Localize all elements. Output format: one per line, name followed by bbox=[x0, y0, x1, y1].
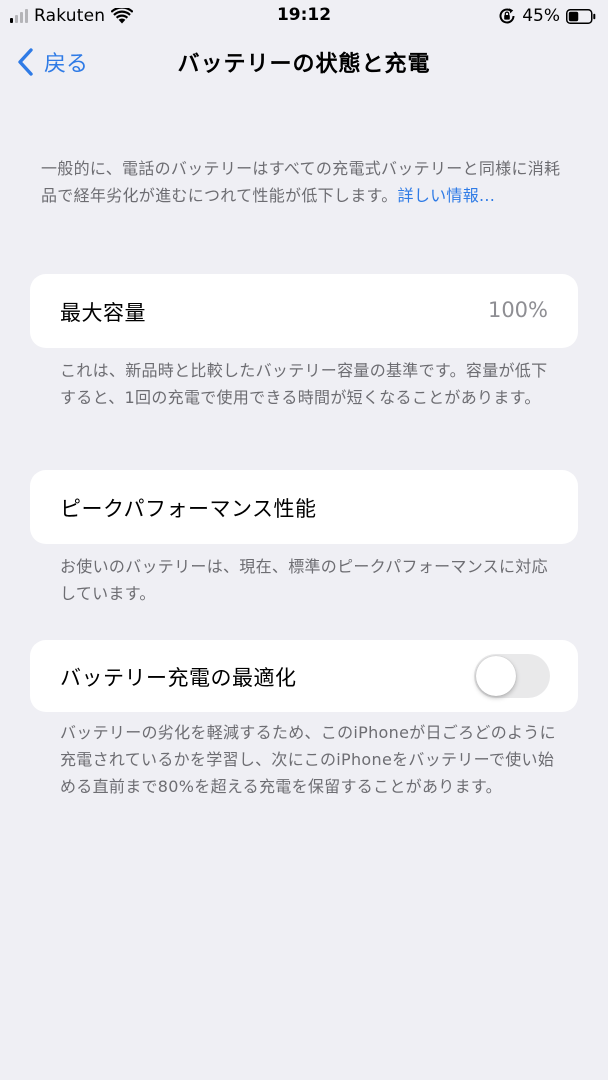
back-button[interactable]: 戻る bbox=[16, 44, 88, 80]
optimized-charging-toggle[interactable] bbox=[474, 654, 550, 698]
toggle-knob bbox=[476, 656, 516, 696]
optimized-charging-label: バッテリー充電の最適化 bbox=[60, 666, 297, 690]
battery-icon bbox=[566, 8, 596, 24]
status-bar: Rakuten 19:12 45% bbox=[0, 0, 608, 32]
max-capacity-label: 最大容量 bbox=[60, 301, 146, 325]
rotation-lock-icon bbox=[499, 8, 515, 24]
page-title: バッテリーの状態と充電 bbox=[177, 52, 431, 77]
max-capacity-footnote: これは、新品時と比較したバッテリー容量の基準です。容量が低下すると、1回の充電で… bbox=[60, 361, 548, 407]
peak-performance-row: ピークパフォーマンス性能 bbox=[30, 470, 578, 544]
peak-performance-footnote: お使いのバッテリーは、現在、標準のピークパフォーマンスに対応しています。 bbox=[60, 557, 548, 603]
intro-description: 一般的に、電話のバッテリーはすべての充電式バッテリーと同様に消耗品で経年劣化が進… bbox=[41, 155, 571, 209]
back-label: 戻る bbox=[44, 52, 89, 77]
optimized-charging-row: バッテリー充電の最適化 bbox=[30, 640, 578, 712]
peak-performance-label: ピークパフォーマンス性能 bbox=[60, 497, 317, 521]
optimized-charging-footnote: バッテリーの劣化を軽減するため、このiPhoneが日ごろどのように充電されている… bbox=[60, 723, 556, 796]
learn-more-link[interactable]: 詳しい情報... bbox=[398, 186, 496, 205]
max-capacity-row: 最大容量 100% bbox=[30, 274, 578, 348]
chevron-left-icon bbox=[18, 48, 33, 76]
battery-percent: 45% bbox=[522, 6, 560, 26]
status-right: 45% bbox=[498, 5, 596, 27]
navigation-bar: 戻る バッテリーの状態と充電 bbox=[0, 38, 608, 86]
max-capacity-value: 100% bbox=[487, 298, 548, 322]
